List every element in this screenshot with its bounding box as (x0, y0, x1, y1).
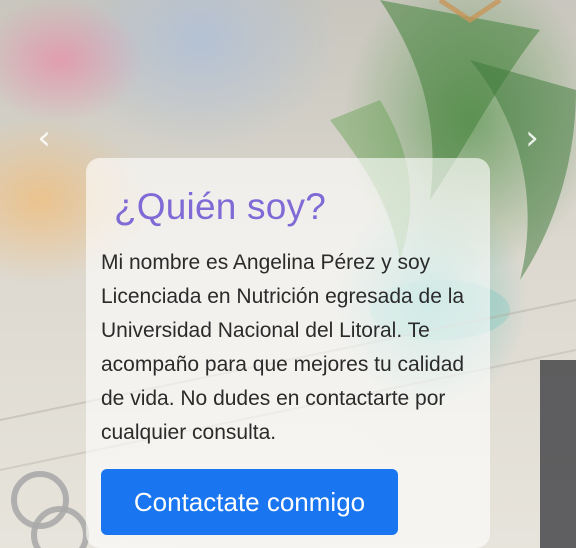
chevron-left-icon: ‹ (37, 118, 51, 158)
carousel-prev-button[interactable]: ‹ (30, 120, 58, 156)
about-title: ¿Quién soy? (114, 186, 326, 227)
about-description: Mi nombre es Angelina Pérez y soy Licenc… (101, 251, 465, 444)
chevron-right-icon: › (525, 118, 539, 158)
contact-button[interactable]: Contactate conmigo (101, 469, 398, 535)
carousel-next-button[interactable]: › (518, 120, 546, 156)
